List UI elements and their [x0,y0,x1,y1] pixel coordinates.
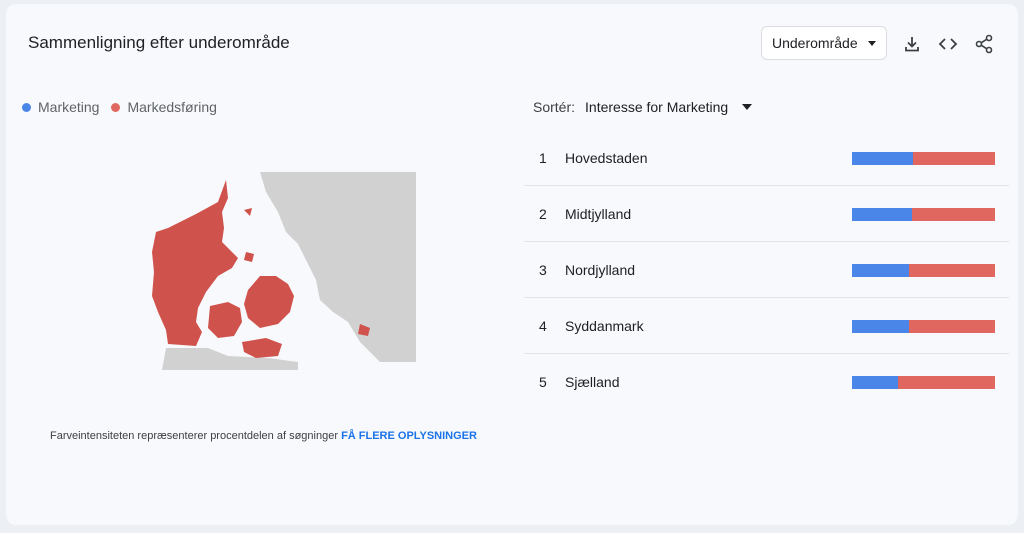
legend-label: Markedsføring [127,99,217,115]
bar-segment-marketing [852,376,898,389]
region-name: Midtjylland [565,205,632,222]
region-name: Syddanmark [565,317,644,334]
sort-label: Sortér: [533,99,576,115]
card-title: Sammenligning efter underområde [28,33,290,52]
region-name: Nordjylland [565,261,636,278]
legend-dot-red [111,102,121,112]
comparison-bar [852,264,995,277]
download-icon[interactable] [900,32,924,56]
region-row[interactable]: 4 Syddanmark [524,298,1009,354]
denmark-region-map[interactable] [148,172,416,370]
bar-segment-marketing [852,320,910,333]
bar-segment-markedsforing [897,376,995,389]
legend-dot-blue [22,102,31,112]
region-row[interactable]: 1 Hovedstaden [524,130,1009,186]
region-list: 1 Hovedstaden 2 Midtjylland 3 Nordjylland 4 Syd… [524,130,1009,410]
caret-down-icon [868,40,876,46]
footnote: Farveintensiteten repræsenterer procentd… [50,430,477,442]
share-icon[interactable] [972,32,996,56]
bar-segment-marketing [852,208,913,221]
comparison-card: Sammenligning efter underområde Underomr… [6,4,1018,525]
region-rank: 5 [539,374,547,390]
region-row[interactable]: 2 Midtjylland [524,186,1009,242]
region-rank: 1 [539,149,547,166]
comparison-bar [852,152,995,165]
region-row[interactable]: 3 Nordjylland [524,242,1009,298]
region-rank: 2 [539,205,547,222]
comparison-bar [852,320,995,333]
region-rank: 4 [539,317,547,334]
region-row[interactable]: 5 Sjælland [524,354,1009,410]
legend-item-markedsforing: Markedsføring [111,99,217,115]
bar-segment-marketing [852,152,914,165]
sort-value-text: Interesse for Marketing [585,99,729,115]
sort-dropdown[interactable]: Interesse for Marketing [585,99,753,115]
footnote-text: Farveintensiteten repræsenterer procentd… [50,430,338,442]
region-rank: 3 [539,261,547,278]
bar-segment-markedsforing [909,320,995,333]
dropdown-label: Underområde [772,35,858,51]
more-info-link[interactable]: FÅ FLERE OPLYSNINGER [341,430,477,442]
legend-label: Marketing [38,99,100,115]
comparison-bar [852,376,995,389]
legend: Marketing Markedsføring [22,99,217,115]
sort-control: Sortér: Interesse for Marketing [533,99,753,115]
embed-code-icon[interactable] [936,32,960,56]
bar-segment-markedsforing [913,152,995,165]
subregion-dropdown[interactable]: Underområde [761,26,887,60]
bar-segment-markedsforing [909,264,995,277]
bar-segment-markedsforing [912,208,995,221]
comparison-bar [852,208,995,221]
bar-segment-marketing [852,264,910,277]
caret-down-icon [742,104,753,110]
legend-item-marketing: Marketing [22,99,99,115]
region-name: Sjælland [565,374,620,390]
region-name: Hovedstaden [565,149,648,166]
